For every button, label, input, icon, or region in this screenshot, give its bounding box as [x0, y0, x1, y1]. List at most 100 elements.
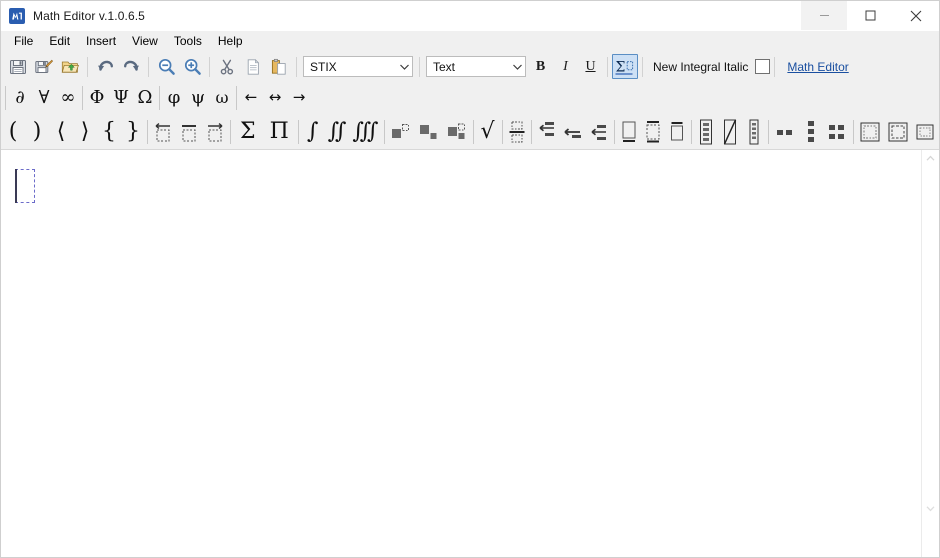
- zoom-in-button[interactable]: [179, 54, 205, 79]
- fraction-template[interactable]: [505, 118, 529, 146]
- menu-item-help[interactable]: Help: [210, 32, 251, 51]
- three-by-one-matrix-template[interactable]: [799, 118, 823, 146]
- scroll-up-arrow-icon[interactable]: [922, 150, 939, 167]
- copy-button[interactable]: [240, 54, 266, 79]
- angle-bracket-left-template[interactable]: ⟨: [49, 118, 73, 146]
- toolbar-separator: [87, 56, 88, 77]
- symbol-separator: [297, 119, 299, 144]
- brace-right-template[interactable]: }: [121, 118, 145, 146]
- symbol-separator: [5, 85, 6, 110]
- left-arrow-symbol[interactable]: ←: [239, 84, 263, 112]
- underline-box-template[interactable]: [617, 118, 641, 146]
- greek-small-phi-symbol[interactable]: φ: [162, 84, 186, 112]
- partial-derivative-symbol[interactable]: ∂: [8, 84, 32, 112]
- product-template[interactable]: Π: [263, 118, 296, 146]
- text-style-combo[interactable]: Text: [426, 56, 526, 77]
- subscript-template[interactable]: [415, 118, 443, 146]
- over-left-arrow-limit-template[interactable]: [534, 118, 560, 146]
- formula-canvas[interactable]: [1, 150, 921, 557]
- overbar-accent-template[interactable]: [176, 118, 202, 146]
- for-all-symbol[interactable]: ∀: [32, 84, 56, 112]
- save-as-button[interactable]: [31, 54, 57, 79]
- under-left-arrow-limit-template[interactable]: [586, 118, 612, 146]
- overleftarrow-accent-template[interactable]: [150, 118, 176, 146]
- math-mode-button[interactable]: Σ: [612, 54, 638, 79]
- menu-item-view[interactable]: View: [124, 32, 166, 51]
- square-root-template[interactable]: √: [476, 118, 500, 146]
- greek-small-psi-symbol[interactable]: ψ: [186, 84, 210, 112]
- small-dashed-box-template[interactable]: [912, 118, 938, 146]
- greek-capital-phi-symbol[interactable]: Φ: [85, 84, 109, 112]
- italic-button[interactable]: I: [553, 55, 578, 78]
- menu-item-insert[interactable]: Insert: [78, 32, 124, 51]
- framed-box-template[interactable]: [884, 118, 912, 146]
- symbol-separator: [230, 119, 231, 144]
- diagonal-strike-template[interactable]: [718, 118, 742, 146]
- integral-style-label: New Integral Italic: [653, 59, 749, 74]
- menu-item-file[interactable]: File: [6, 32, 41, 51]
- symbol-separator: [501, 119, 503, 144]
- symbol-separator: [383, 119, 385, 144]
- toolbar-separator: [774, 56, 776, 77]
- scrollbar-track[interactable]: [922, 167, 939, 500]
- right-arrow-symbol[interactable]: →: [287, 84, 311, 112]
- one-by-two-matrix-template[interactable]: [771, 118, 799, 146]
- font-family-combo[interactable]: STIX: [303, 56, 413, 77]
- left-right-arrow-symbol[interactable]: ↔: [263, 84, 287, 112]
- zoom-out-button[interactable]: [153, 54, 179, 79]
- single-column-matrix-template[interactable]: [742, 118, 766, 146]
- brace-left-template[interactable]: {: [97, 118, 121, 146]
- symbol-separator: [852, 119, 854, 144]
- empty-formula-slot[interactable]: [15, 169, 35, 203]
- chevron-down-icon[interactable]: [396, 57, 412, 76]
- window-title: Math Editor v.1.0.6.5: [33, 8, 145, 23]
- column-vector-template[interactable]: [694, 118, 718, 146]
- redo-button[interactable]: [118, 54, 144, 79]
- summation-template[interactable]: Σ: [233, 118, 263, 146]
- double-integral-template[interactable]: ∬: [325, 118, 350, 146]
- sub-superscript-template[interactable]: [443, 118, 471, 146]
- paren-left-template[interactable]: (: [1, 118, 25, 146]
- triple-integral-template[interactable]: ∭: [349, 118, 381, 146]
- chevron-down-icon[interactable]: [509, 57, 525, 76]
- maximize-button[interactable]: [847, 1, 893, 30]
- toolbar-separator: [607, 56, 608, 77]
- undo-button[interactable]: [92, 54, 118, 79]
- text-style-value: Text: [433, 59, 456, 74]
- left-arrow-limit-template[interactable]: [560, 118, 586, 146]
- minimize-button[interactable]: [801, 1, 847, 30]
- cut-button[interactable]: [214, 54, 240, 79]
- symbol-separator: [159, 85, 160, 110]
- brand-link[interactable]: Math Editor: [787, 60, 848, 74]
- symbol-toolbar-row-1: ∂ ∀ ∞ Φ Ψ Ω φ ψ ω ← ↔ →: [1, 81, 939, 114]
- overline-box-template[interactable]: [665, 118, 689, 146]
- bold-button[interactable]: B: [528, 55, 553, 78]
- superscript-template[interactable]: [387, 118, 415, 146]
- menu-item-tools[interactable]: Tools: [166, 32, 210, 51]
- integral-style-checkbox[interactable]: [755, 59, 771, 74]
- infinity-symbol[interactable]: ∞: [56, 84, 80, 112]
- scroll-down-arrow-icon[interactable]: [922, 500, 939, 517]
- menu-item-edit[interactable]: Edit: [41, 32, 78, 51]
- vertical-scrollbar[interactable]: [921, 150, 939, 557]
- paste-button[interactable]: [266, 54, 292, 79]
- single-integral-template[interactable]: ∫: [301, 118, 325, 146]
- symbol-separator: [147, 119, 148, 144]
- close-button[interactable]: [893, 1, 939, 30]
- dashed-box-template[interactable]: [856, 118, 884, 146]
- open-button[interactable]: [57, 54, 83, 79]
- greek-capital-psi-symbol[interactable]: Ψ: [109, 84, 133, 112]
- text-caret: [15, 169, 17, 203]
- greek-capital-omega-symbol[interactable]: Ω: [133, 84, 157, 112]
- underline-button[interactable]: U: [578, 55, 603, 78]
- paren-right-template[interactable]: ): [25, 118, 49, 146]
- greek-small-omega-symbol[interactable]: ω: [210, 84, 234, 112]
- overrightarrow-accent-template[interactable]: [202, 118, 228, 146]
- angle-bracket-right-template[interactable]: ⟩: [73, 118, 97, 146]
- two-by-two-matrix-template[interactable]: [823, 118, 851, 146]
- save-button[interactable]: [5, 54, 31, 79]
- menu-bar: File Edit Insert View Tools Help: [1, 31, 939, 52]
- over-under-line-box-template[interactable]: [641, 118, 665, 146]
- toolbar-separator: [148, 56, 149, 77]
- symbol-separator: [613, 119, 615, 144]
